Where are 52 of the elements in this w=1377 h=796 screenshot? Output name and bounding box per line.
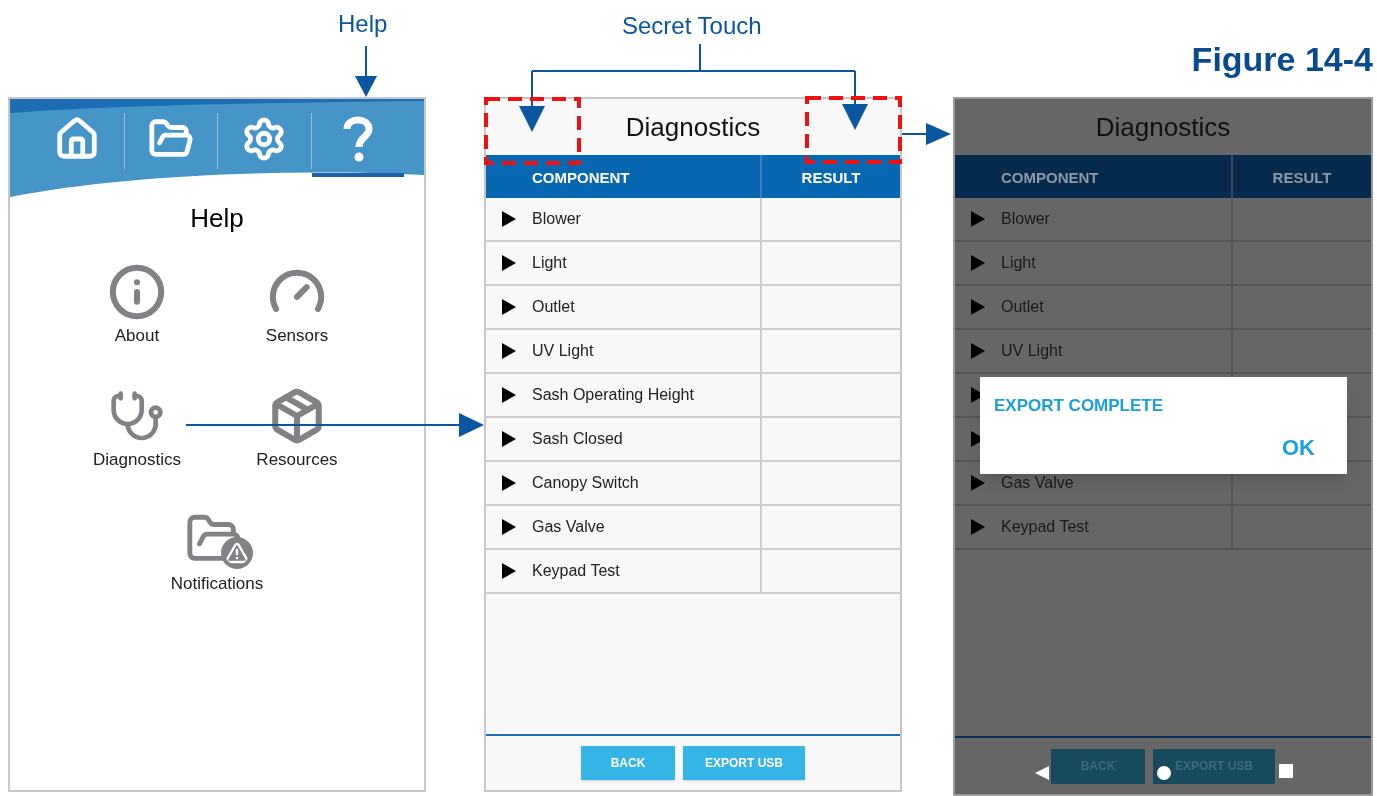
play-arrow-icon	[971, 299, 985, 315]
figure-title: Figure 14-4	[1191, 39, 1373, 80]
play-arrow-icon	[502, 255, 516, 271]
play-arrow-icon	[502, 431, 516, 447]
column-header: COMPONENT	[532, 167, 630, 188]
screen-title: Diagnostics	[1094, 110, 1232, 144]
component-label: UV Light	[1001, 341, 1063, 361]
component-label: Blower	[1001, 209, 1050, 229]
component-label: Blower	[532, 209, 581, 229]
play-arrow-icon	[971, 343, 985, 359]
component-label: Keypad Test	[1001, 517, 1089, 537]
play-arrow-icon	[502, 519, 516, 535]
help-icon	[342, 115, 373, 163]
component-label: UV Light	[532, 341, 594, 361]
dialog-message: EXPORT COMPLETE	[994, 395, 1165, 417]
play-arrow-icon	[971, 475, 985, 491]
column-header: COMPONENT	[1001, 167, 1099, 188]
component-label: Keypad Test	[532, 561, 620, 581]
play-arrow-icon	[502, 299, 516, 315]
play-arrow-icon	[502, 387, 516, 403]
help-menu-item[interactable]: Diagnostics	[57, 386, 217, 472]
help-menu-item[interactable]: Sensors	[217, 262, 377, 348]
help-menu-item[interactable]: About	[57, 262, 217, 348]
play-arrow-icon	[502, 211, 516, 227]
column-header: RESULT	[801, 167, 861, 188]
column-header: RESULT	[1272, 167, 1332, 188]
callout-arrow	[355, 45, 377, 97]
screen-title: Help	[189, 202, 245, 235]
play-arrow-icon	[502, 343, 516, 359]
back-triangle-icon[interactable]	[1035, 766, 1049, 780]
help-menu-item[interactable]: Resources	[217, 386, 377, 472]
play-arrow-icon	[502, 563, 516, 579]
home-circle-icon[interactable]	[1157, 766, 1171, 780]
callout-label: Secret Touch	[622, 11, 762, 41]
play-arrow-icon	[971, 211, 985, 227]
screen-title: Diagnostics	[625, 110, 761, 144]
help-menu-item[interactable]: Notifications	[57, 510, 377, 596]
connector-arrow	[901, 123, 951, 145]
play-arrow-icon	[502, 475, 516, 491]
component-label: Light	[1001, 253, 1036, 273]
component-label: Outlet	[532, 297, 575, 317]
component-label: Canopy Switch	[532, 473, 639, 493]
play-arrow-icon	[971, 255, 985, 271]
component-label: Sash Closed	[532, 429, 623, 449]
component-label: Sash Operating Height	[532, 385, 694, 405]
play-arrow-icon	[971, 519, 985, 535]
callout-label: Help	[338, 9, 388, 39]
component-label: Outlet	[1001, 297, 1044, 317]
component-label: Gas Valve	[1001, 473, 1074, 493]
component-label: Gas Valve	[532, 517, 605, 537]
component-label: Light	[532, 253, 567, 273]
info-icon	[108, 262, 166, 321]
